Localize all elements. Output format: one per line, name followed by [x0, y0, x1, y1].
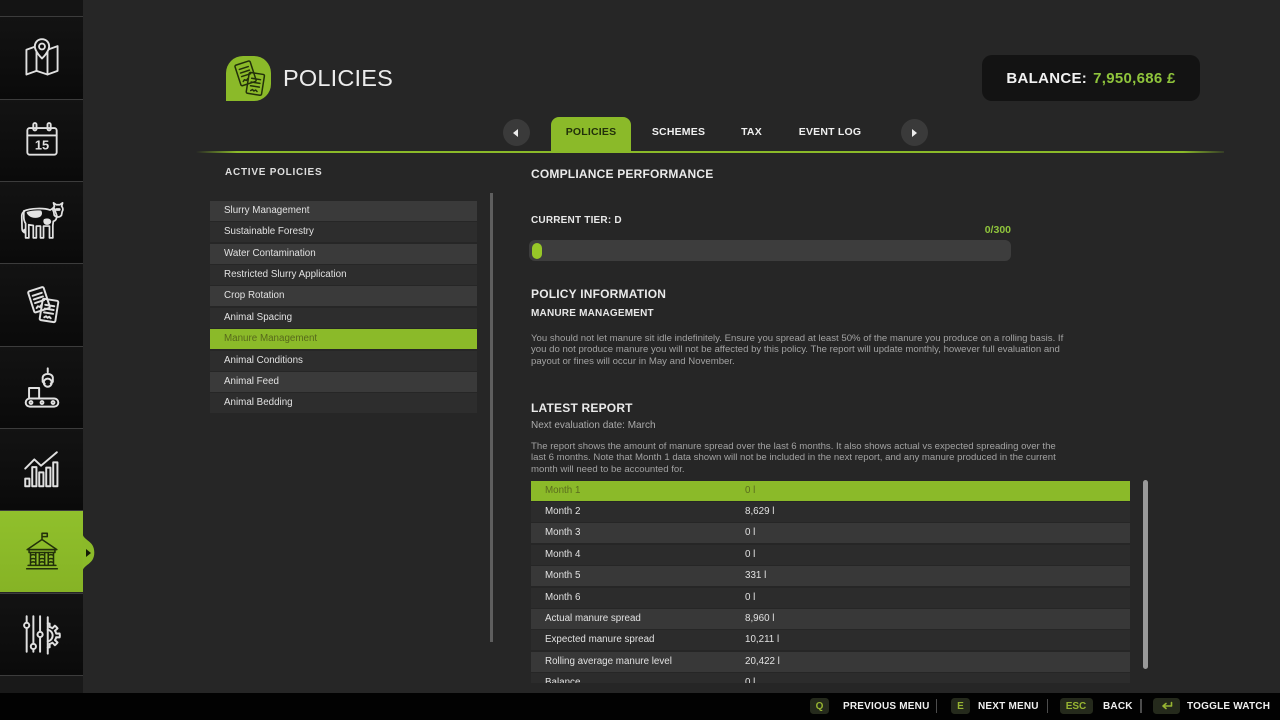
svg-text:15: 15	[34, 138, 48, 153]
